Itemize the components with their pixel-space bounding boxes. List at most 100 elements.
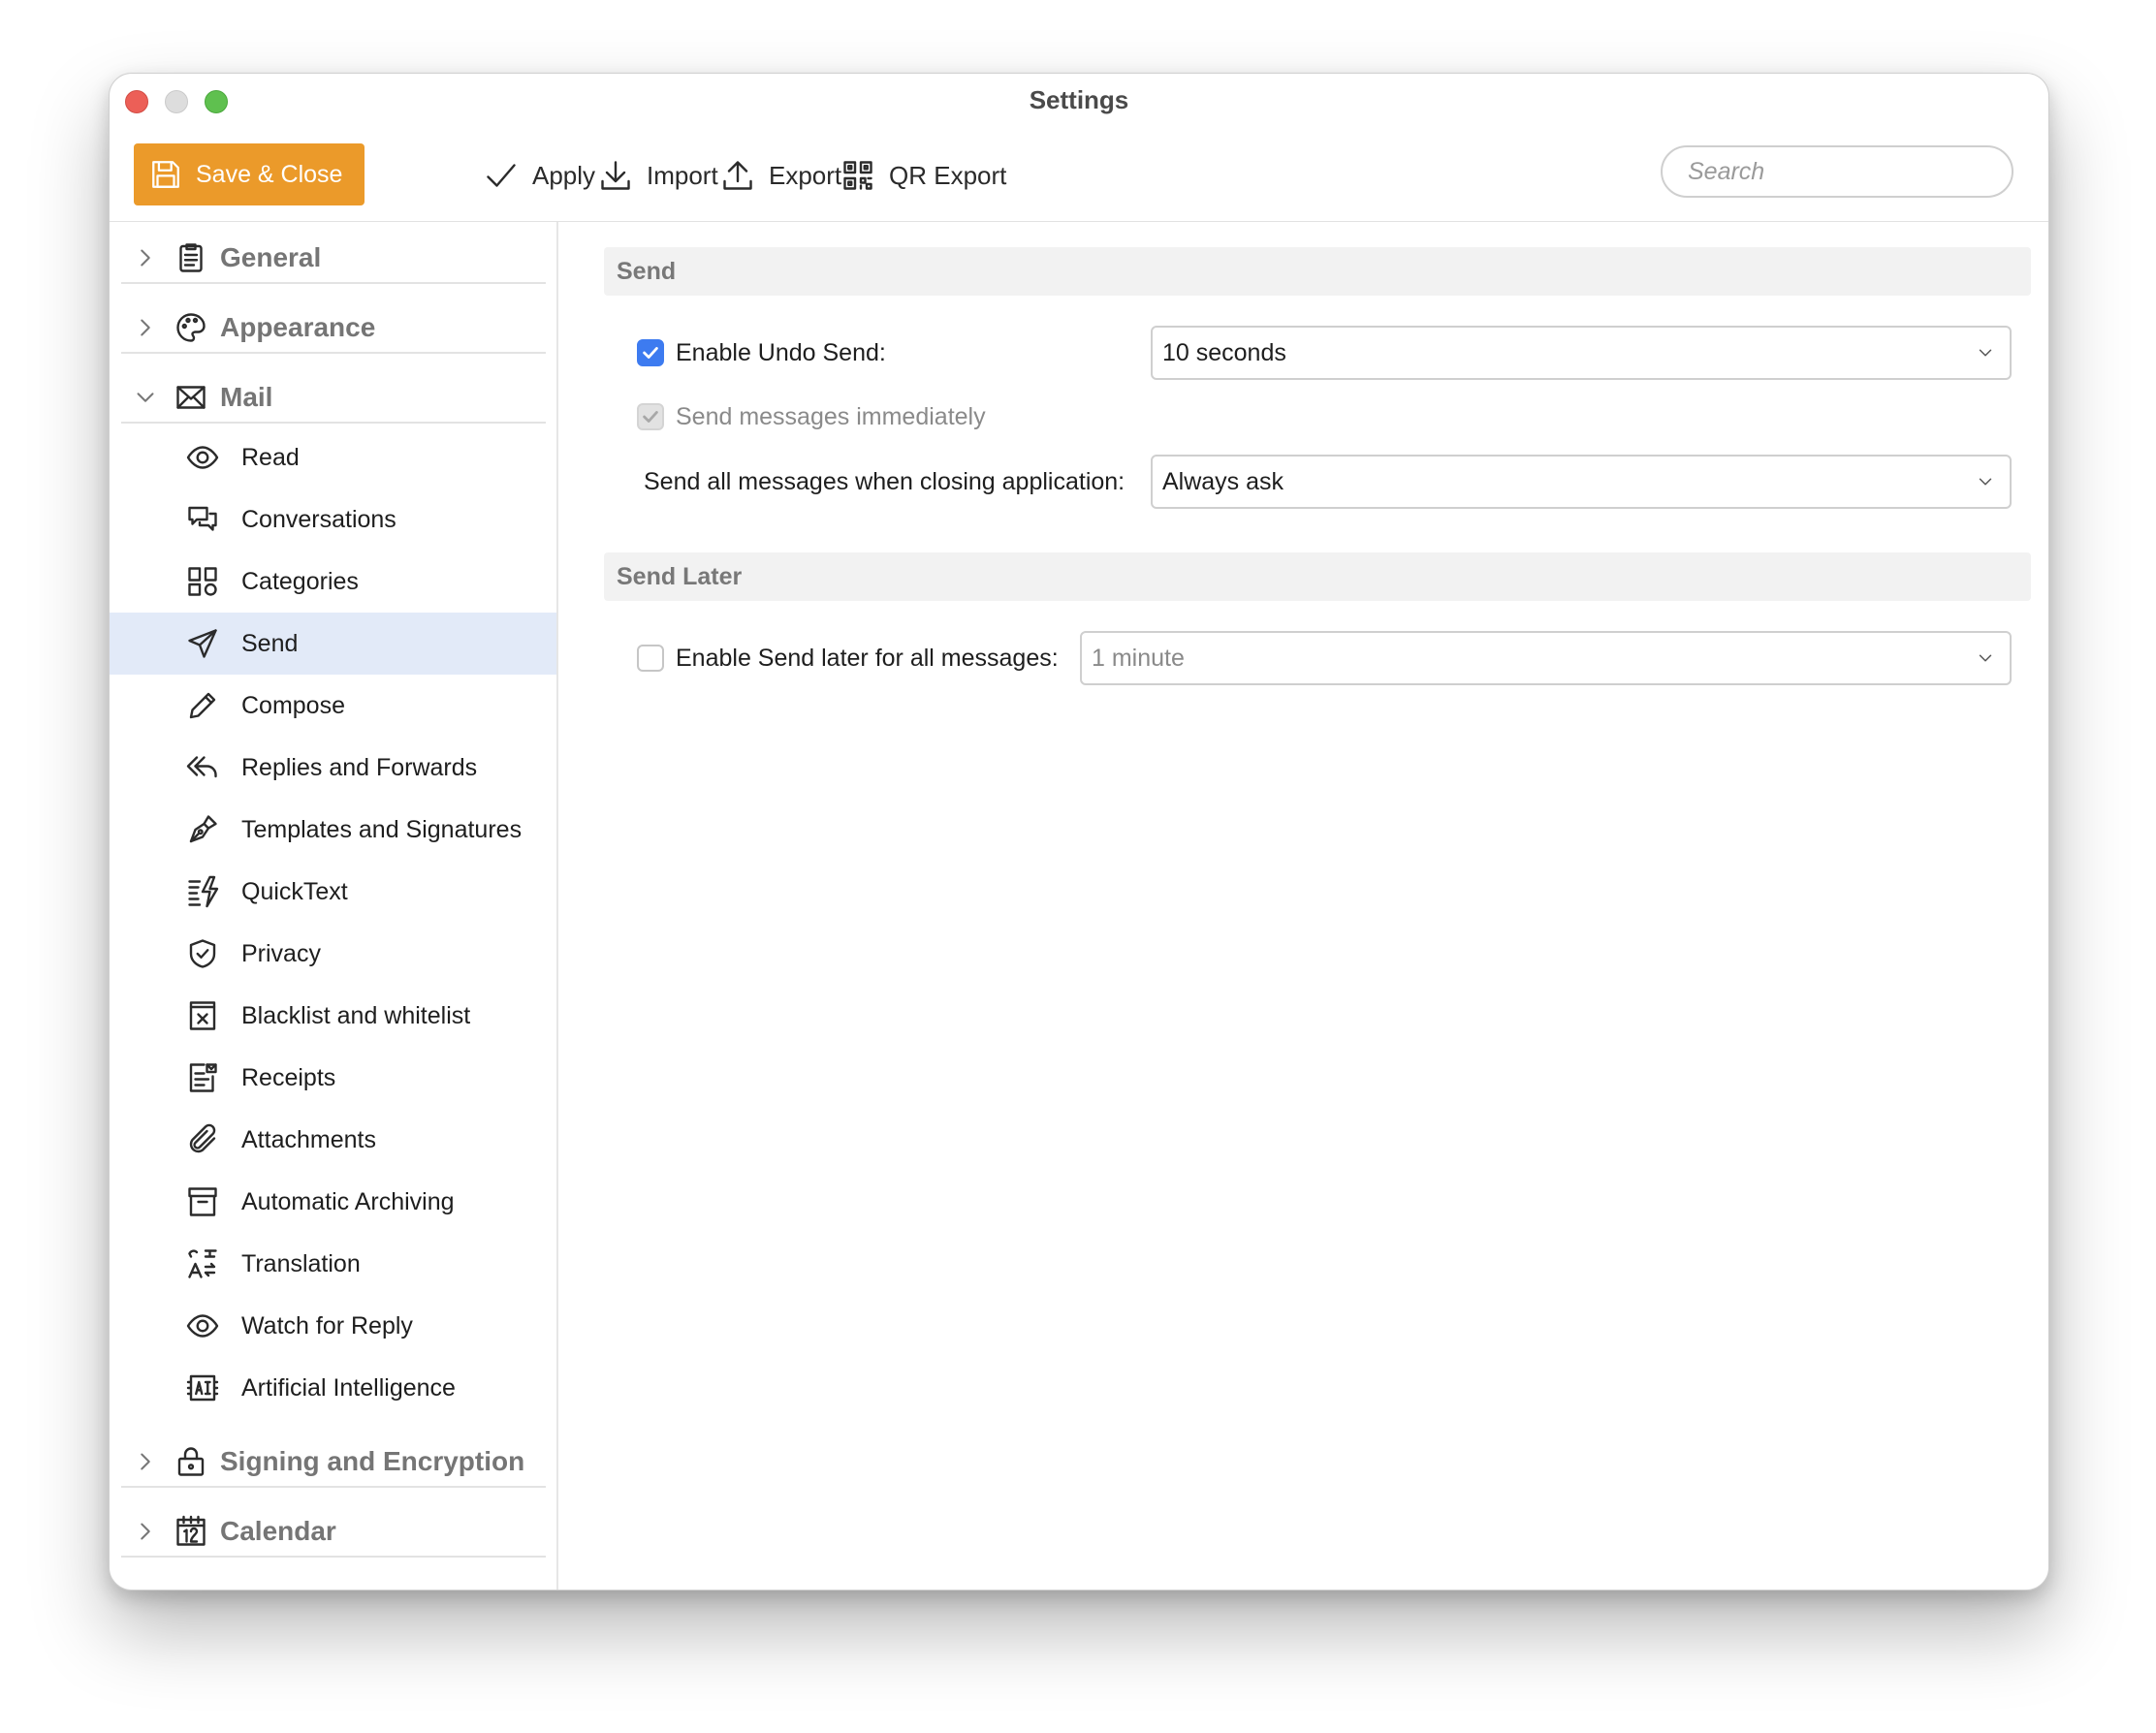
settings-sidebar: General Appearance Mail Read Conversatio… (110, 222, 558, 1590)
undo-send-label: Enable Undo Send: (676, 339, 886, 366)
sidebar-section-label: General (220, 242, 322, 272)
send-section-header: Send (604, 247, 2031, 296)
sidebar-item-categories[interactable]: Categories (110, 551, 556, 613)
eye-icon (186, 446, 219, 469)
receipt-icon (189, 1063, 217, 1092)
chevron-right-icon[interactable] (131, 1517, 160, 1546)
sidebar-item-automatic-archiving[interactable]: Automatic Archiving (110, 1171, 556, 1233)
sidebar-section-calendar[interactable]: Calendar (121, 1507, 546, 1558)
sidebar-item-translation[interactable]: Translation (110, 1233, 556, 1295)
sidebar-section-mail[interactable]: Mail (121, 373, 546, 424)
sidebar-item-label: Compose (241, 691, 345, 719)
chevron-right-icon[interactable] (131, 313, 160, 342)
sidebar-item-receipts[interactable]: Receipts (110, 1047, 556, 1109)
undo-send-delay-select[interactable]: 10 seconds (1151, 326, 2012, 380)
apply-label: Apply (532, 160, 596, 190)
sidebar-item-watch-for-reply[interactable]: Watch for Reply (110, 1295, 556, 1357)
undo-send-delay-value: 10 seconds (1162, 338, 1286, 366)
sidebar-item-read[interactable]: Read (110, 426, 556, 488)
sidebar-item-quicktext[interactable]: QuickText (110, 861, 556, 923)
sidebar-item-label: Categories (241, 567, 359, 595)
sidebar-section-signing-encryption[interactable]: Signing and Encryption (121, 1437, 546, 1488)
sidebar-item-artificial-intelligence[interactable]: Artificial Intelligence (110, 1357, 556, 1419)
chevron-down-icon (1979, 349, 1992, 357)
search-box (1661, 145, 2013, 198)
sidebar-item-label: Send (241, 629, 299, 657)
send-on-close-value: Always ask (1162, 467, 1284, 495)
save-close-button[interactable]: Save & Close (134, 143, 365, 205)
lock-icon (177, 1447, 205, 1476)
sidebar-item-label: Attachments (241, 1125, 376, 1153)
sidebar-item-label: Conversations (241, 505, 396, 533)
sidebar-item-attachments[interactable]: Attachments (110, 1109, 556, 1171)
send-later-section-header: Send Later (604, 552, 2031, 601)
send-immediately-checkbox (637, 403, 664, 430)
sidebar-item-replies-forwards[interactable]: Replies and Forwards (110, 737, 556, 799)
upload-icon (723, 161, 752, 190)
undo-send-checkbox[interactable] (637, 339, 664, 366)
sidebar-item-label: QuickText (241, 877, 348, 905)
sidebar-item-privacy[interactable]: Privacy (110, 923, 556, 985)
sidebar-item-templates-signatures[interactable]: Templates and Signatures (110, 799, 556, 861)
chevron-right-icon[interactable] (131, 243, 160, 272)
reply-all-icon (186, 756, 217, 778)
send-later-checkbox[interactable] (637, 645, 664, 672)
import-button[interactable]: Import (598, 155, 718, 196)
save-close-label: Save & Close (196, 160, 343, 188)
blacklist-icon (189, 1001, 216, 1030)
clipboard-icon (179, 243, 203, 272)
sidebar-item-conversations[interactable]: Conversations (110, 488, 556, 551)
chevron-down-icon (1979, 654, 1992, 662)
apply-button[interactable]: Apply (484, 155, 595, 196)
sidebar-item-label: Translation (241, 1249, 361, 1277)
sidebar-item-label: Privacy (241, 939, 321, 967)
sidebar-item-label: Watch for Reply (241, 1311, 413, 1339)
send-later-delay-select[interactable]: 1 minute (1080, 631, 2012, 685)
export-button[interactable]: Export (720, 155, 841, 196)
sidebar-item-compose[interactable]: Compose (110, 675, 556, 737)
qr-export-button[interactable]: QR Export (840, 155, 1006, 196)
send-on-close-select[interactable]: Always ask (1151, 455, 2012, 509)
shield-check-icon (189, 939, 216, 968)
sidebar-section-label: Appearance (220, 312, 376, 342)
send-on-close-label: Send all messages when closing applicati… (644, 468, 1126, 495)
sidebar-item-label: Replies and Forwards (241, 753, 478, 781)
checkmark-icon (643, 411, 658, 423)
quicktext-icon (188, 875, 219, 908)
archive-box-icon (188, 1187, 217, 1216)
send-immediately-label: Send messages immediately (676, 403, 986, 430)
paperclip-icon (189, 1123, 216, 1153)
sidebar-section-label: Mail (220, 382, 273, 412)
ai-chip-icon (186, 1374, 219, 1402)
sidebar-item-label: Blacklist and whitelist (241, 1001, 471, 1029)
floppy-disk-icon (152, 161, 179, 188)
qr-code-icon (843, 161, 872, 190)
export-label: Export (769, 160, 842, 190)
chevron-right-icon[interactable] (131, 1447, 160, 1476)
eye-icon (186, 1314, 219, 1338)
window-title: Settings (1029, 85, 1129, 114)
send-later-delay-value: 1 minute (1092, 644, 1185, 672)
sidebar-section-general[interactable]: General (121, 234, 546, 284)
search-input[interactable] (1688, 157, 2004, 186)
qr-export-label: QR Export (889, 160, 1007, 190)
settings-window: Settings Save & Close Apply Import Expor… (109, 73, 2049, 1591)
checkmark-icon (487, 164, 516, 187)
grid-icon (188, 567, 217, 596)
download-icon (601, 161, 630, 190)
sidebar-item-blacklist[interactable]: Blacklist and whitelist (110, 985, 556, 1047)
sidebar-section-label: Calendar (220, 1516, 336, 1546)
sidebar-item-send[interactable]: Send (110, 613, 556, 675)
sidebar-section-label: Signing and Encryption (220, 1446, 525, 1476)
sidebar-section-appearance[interactable]: Appearance (121, 303, 546, 354)
pencil-icon (189, 692, 216, 719)
send-later-label: Enable Send later for all messages: (676, 645, 1059, 672)
envelope-icon (176, 386, 206, 409)
sidebar-item-label: Artificial Intelligence (241, 1373, 456, 1402)
chevron-down-icon[interactable] (131, 383, 160, 412)
chevron-down-icon (1979, 478, 1992, 486)
palette-icon (176, 313, 206, 342)
fountain-pen-icon (189, 815, 217, 843)
import-label: Import (647, 160, 718, 190)
sidebar-item-label: Read (241, 443, 300, 471)
